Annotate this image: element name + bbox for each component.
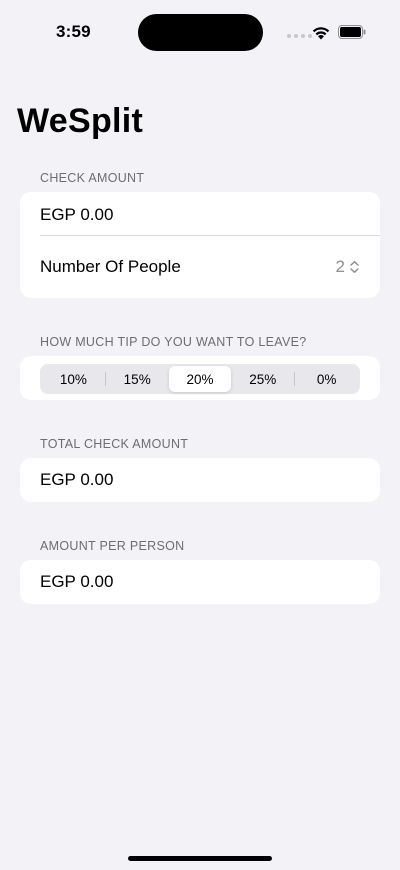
tip-segmented-control: 10% 15% 20% 25% 0%: [40, 364, 360, 394]
amount-per-person-row: EGP 0.00: [20, 560, 380, 604]
check-amount-value: EGP 0.00: [40, 204, 114, 224]
status-time: 3:59: [56, 22, 91, 41]
cellular-signal-icon: [287, 34, 312, 38]
check-card: EGP 0.00 Number Of People 2: [20, 192, 380, 298]
tip-card: 10% 15% 20% 25% 0%: [20, 356, 380, 400]
tip-option-10[interactable]: 10%: [42, 366, 105, 392]
number-of-people-value-wrap: 2: [336, 257, 360, 277]
total-card: EGP 0.00: [20, 458, 380, 502]
dynamic-island: [138, 14, 263, 51]
page-title: WeSplit: [17, 102, 144, 140]
total-check-amount-value: EGP 0.00: [40, 470, 114, 489]
chevron-up-down-icon: [350, 261, 359, 273]
total-check-amount-header: TOTAL CHECK AMOUNT: [40, 437, 189, 451]
tip-header: HOW MUCH TIP DO YOU WANT TO LEAVE?: [40, 335, 307, 349]
per-person-card: EGP 0.00: [20, 560, 380, 604]
home-indicator[interactable]: [128, 856, 272, 861]
check-amount-field[interactable]: EGP 0.00: [20, 192, 380, 235]
amount-per-person-header: AMOUNT PER PERSON: [40, 539, 185, 553]
wifi-icon: [312, 27, 330, 40]
check-amount-header: CHECK AMOUNT: [40, 171, 145, 185]
tip-option-15[interactable]: 15%: [106, 366, 169, 392]
status-bar: 3:59: [0, 0, 400, 62]
number-of-people-value: 2: [335, 257, 345, 276]
amount-per-person-value: EGP 0.00: [40, 572, 114, 591]
total-check-amount-row: EGP 0.00: [20, 458, 380, 502]
tip-option-0[interactable]: 0%: [295, 366, 358, 392]
tip-option-20[interactable]: 20%: [168, 366, 232, 392]
number-of-people-label: Number Of People: [40, 257, 181, 276]
tip-option-25[interactable]: 25%: [231, 366, 294, 392]
battery-icon: [338, 25, 366, 39]
number-of-people-picker[interactable]: Number Of People 2: [20, 236, 380, 298]
